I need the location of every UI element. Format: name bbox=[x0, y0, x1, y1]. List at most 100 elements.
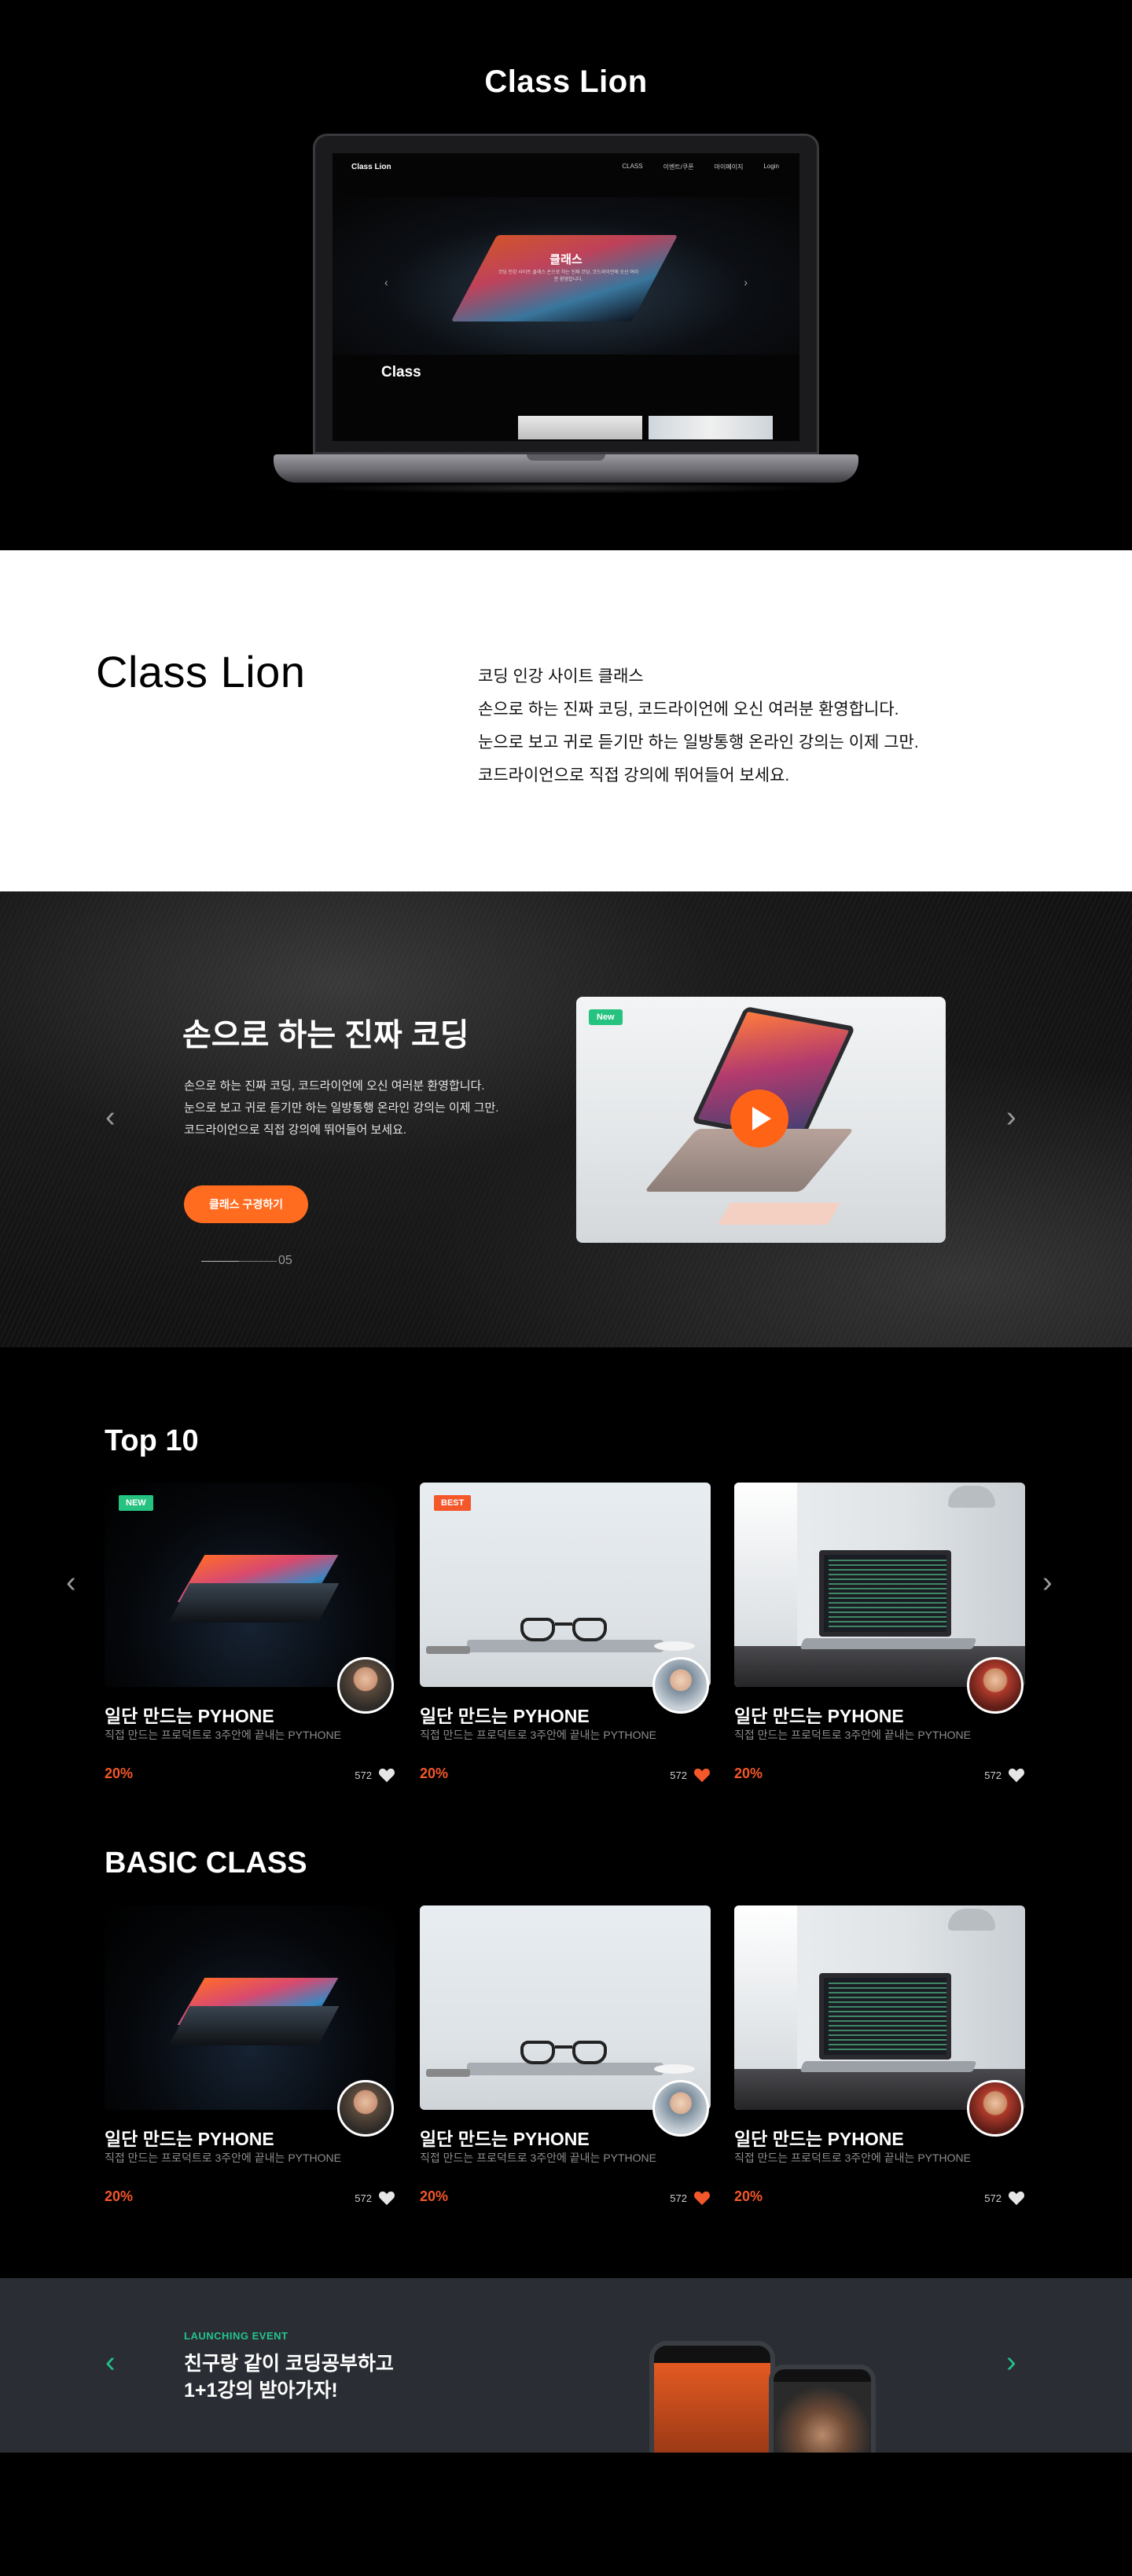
mockup-banner-text: 코딩 인강 사이트 클래스 손으로 하는 진짜 코딩, 코드라이언에 오신 여러… bbox=[498, 270, 639, 282]
course-thumbnail bbox=[105, 1483, 395, 1687]
course-thumbnail bbox=[420, 1483, 711, 1687]
launching-event-banner[interactable]: ‹ › LAUNCHING EVENT 친구랑 같이 코딩공부하고 1+1강의 … bbox=[0, 2278, 1132, 2453]
course-card[interactable]: 일단 만드는 PYHONE 직접 만드는 프로덕트로 3주안에 끝내는 PYTH… bbox=[734, 1483, 1025, 1783]
course-discount: 20% bbox=[734, 1766, 763, 1781]
chevron-right-icon: › bbox=[744, 276, 748, 288]
main-slider: ‹ › 손으로 하는 진짜 코딩 손으로 하는 진짜 코딩, 코드라이언에 오신… bbox=[0, 891, 1132, 1347]
slider-line: 손으로 하는 진짜 코딩, 코드라이언에 오신 여러분 환영합니다. bbox=[184, 1079, 485, 1093]
course-discount: 20% bbox=[734, 2188, 763, 2204]
browse-classes-button[interactable]: 클래스 구경하기 bbox=[184, 1185, 308, 1223]
course-card[interactable]: 일단 만드는 PYHONE 직접 만드는 프로덕트로 3주안에 끝내는 PYTH… bbox=[734, 1905, 1025, 2206]
slider-progress-fill bbox=[201, 1261, 239, 1262]
avatar bbox=[337, 2080, 394, 2137]
slider-progress-bar bbox=[201, 1261, 277, 1262]
course-subtitle: 직접 만드는 프로덕트로 3주안에 끝내는 PYTHONE bbox=[420, 1729, 656, 1741]
mockup-nav: Class Lion CLASS 이벤트/쿠폰 마이페이지 Login bbox=[333, 163, 799, 178]
slider-description: 손으로 하는 진짜 코딩, 코드라이언에 오신 여러분 환영합니다. 눈으로 보… bbox=[184, 1075, 498, 1141]
like-count: 572 bbox=[355, 1769, 372, 1781]
course-title: 일단 만드는 PYHONE bbox=[734, 1706, 904, 1726]
heart-icon[interactable] bbox=[693, 1767, 711, 1783]
course-discount: 20% bbox=[420, 1766, 449, 1781]
course-card[interactable]: 일단 만드는 PYHONE 직접 만드는 프로덕트로 3주안에 끝내는 PYTH… bbox=[105, 1905, 395, 2206]
avatar bbox=[652, 2080, 709, 2137]
slider-line: 눈으로 보고 귀로 듣기만 하는 일방통행 온라인 강의는 이제 그만. bbox=[184, 1101, 499, 1115]
mockup-menu-item: 마이페이지 bbox=[714, 164, 744, 171]
heart-icon[interactable] bbox=[1008, 1767, 1025, 1783]
avatar bbox=[652, 1657, 709, 1714]
new-badge: NEW bbox=[119, 1495, 153, 1511]
like-count: 572 bbox=[670, 1769, 687, 1781]
hero-section: Class Lion Class Lion CLASS 이벤트/쿠폰 마이페이지… bbox=[0, 0, 1132, 550]
chevron-right-icon[interactable]: › bbox=[1042, 1567, 1053, 1597]
mockup-thumbnail bbox=[649, 416, 773, 439]
laptop-mockup: Class Lion CLASS 이벤트/쿠폰 마이페이지 Login 클래스 … bbox=[274, 134, 858, 495]
intro-line: 손으로 하는 진짜 코딩, 코드라이언에 오신 여러분 환영합니다. bbox=[478, 700, 899, 718]
mockup-banner-title: 클래스 bbox=[549, 253, 583, 266]
event-title-line: 친구랑 같이 코딩공부하고 bbox=[184, 2353, 394, 2375]
chevron-left-icon: ‹ bbox=[384, 276, 388, 288]
like-counter: 572 bbox=[984, 2190, 1025, 2206]
phone-mockup bbox=[769, 2365, 876, 2453]
mockup-menu-item: 이벤트/쿠폰 bbox=[663, 164, 694, 171]
avatar bbox=[967, 1657, 1024, 1714]
course-thumbnail bbox=[734, 1483, 1025, 1687]
mockup-logo: Class Lion bbox=[351, 163, 391, 171]
course-title: 일단 만드는 PYHONE bbox=[420, 2129, 590, 2149]
play-icon[interactable] bbox=[730, 1090, 788, 1148]
lion-background bbox=[0, 891, 1132, 1347]
mockup-menu-item: CLASS bbox=[622, 163, 643, 170]
course-title: 일단 만드는 PYHONE bbox=[105, 2129, 274, 2149]
like-counter: 572 bbox=[984, 1767, 1025, 1783]
slider-title: 손으로 하는 진짜 코딩 bbox=[182, 1018, 469, 1053]
chevron-right-icon[interactable]: › bbox=[1006, 2347, 1016, 2377]
event-title: 친구랑 같이 코딩공부하고 1+1강의 받아가자! bbox=[184, 2350, 394, 2404]
laptop-shadow bbox=[305, 483, 827, 494]
intro-line: 코딩 인강 사이트 클래스 bbox=[478, 667, 644, 685]
like-counter: 572 bbox=[355, 2190, 395, 2206]
course-subtitle: 직접 만드는 프로덕트로 3주안에 끝내는 PYTHONE bbox=[420, 2152, 656, 2164]
course-card[interactable]: NEW 일단 만드는 PYHONE 직접 만드는 프로덕트로 3주안에 끝내는 … bbox=[105, 1483, 395, 1783]
like-count: 572 bbox=[670, 2192, 687, 2204]
mockup-section-label: Class bbox=[381, 364, 421, 380]
heart-icon[interactable] bbox=[378, 2190, 395, 2206]
chevron-left-icon[interactable]: ‹ bbox=[66, 1567, 76, 1597]
chevron-right-icon[interactable]: › bbox=[1006, 1102, 1016, 1132]
basic-class-title: BASIC CLASS bbox=[105, 1847, 307, 1880]
course-card[interactable]: 일단 만드는 PYHONE 직접 만드는 프로덕트로 3주안에 끝내는 PYTH… bbox=[420, 1905, 711, 2206]
course-thumbnail bbox=[105, 1905, 395, 2110]
intro-title: Class Lion bbox=[96, 647, 306, 696]
course-discount: 20% bbox=[105, 2188, 134, 2204]
avatar bbox=[337, 1657, 394, 1714]
heart-icon[interactable] bbox=[1008, 2190, 1025, 2206]
intro-description: 코딩 인강 사이트 클래스 손으로 하는 진짜 코딩, 코드라이언에 오신 여러… bbox=[478, 660, 919, 792]
like-counter: 572 bbox=[355, 1767, 395, 1783]
course-discount: 20% bbox=[105, 1766, 134, 1781]
course-title: 일단 만드는 PYHONE bbox=[420, 1706, 590, 1726]
heart-icon[interactable] bbox=[693, 2190, 711, 2206]
intro-line: 눈으로 보고 귀로 듣기만 하는 일방통행 온라인 강의는 이제 그만. bbox=[478, 733, 919, 751]
page: Class Lion Class Lion CLASS 이벤트/쿠폰 마이페이지… bbox=[0, 0, 1132, 2576]
mockup-menu: CLASS 이벤트/쿠폰 마이페이지 Login bbox=[622, 163, 779, 171]
like-count: 572 bbox=[984, 2192, 1002, 2204]
course-card[interactable]: BEST 일단 만드는 PYHONE 직접 만드는 프로덕트로 3주안에 끝내는… bbox=[420, 1483, 711, 1783]
event-tag: LAUNCHING EVENT bbox=[184, 2330, 289, 2342]
event-title-line: 1+1강의 받아가자! bbox=[184, 2379, 338, 2401]
like-count: 572 bbox=[355, 2192, 372, 2204]
course-title: 일단 만드는 PYHONE bbox=[105, 1706, 274, 1726]
course-thumbnail bbox=[734, 1905, 1025, 2110]
slider-video-card[interactable]: New bbox=[576, 997, 946, 1243]
like-counter: 572 bbox=[670, 1767, 711, 1783]
new-badge: New bbox=[589, 1009, 623, 1025]
intro-line: 코드라이언으로 직접 강의에 뛰어들어 보세요. bbox=[478, 766, 790, 785]
chevron-left-icon[interactable]: ‹ bbox=[105, 2347, 116, 2377]
top10-title: Top 10 bbox=[105, 1424, 199, 1457]
like-count: 572 bbox=[984, 1769, 1002, 1781]
avatar bbox=[967, 2080, 1024, 2137]
like-counter: 572 bbox=[670, 2190, 711, 2206]
laptop-notch bbox=[527, 454, 605, 461]
phone-mockup bbox=[649, 2341, 775, 2453]
mockup-banner: 클래스 코딩 인강 사이트 클래스 손으로 하는 진짜 코딩, 코드라이언에 오… bbox=[333, 197, 799, 355]
chevron-left-icon[interactable]: ‹ bbox=[105, 1102, 116, 1132]
heart-icon[interactable] bbox=[378, 1767, 395, 1783]
course-subtitle: 직접 만드는 프로덕트로 3주안에 끝내는 PYTHONE bbox=[734, 1729, 971, 1741]
